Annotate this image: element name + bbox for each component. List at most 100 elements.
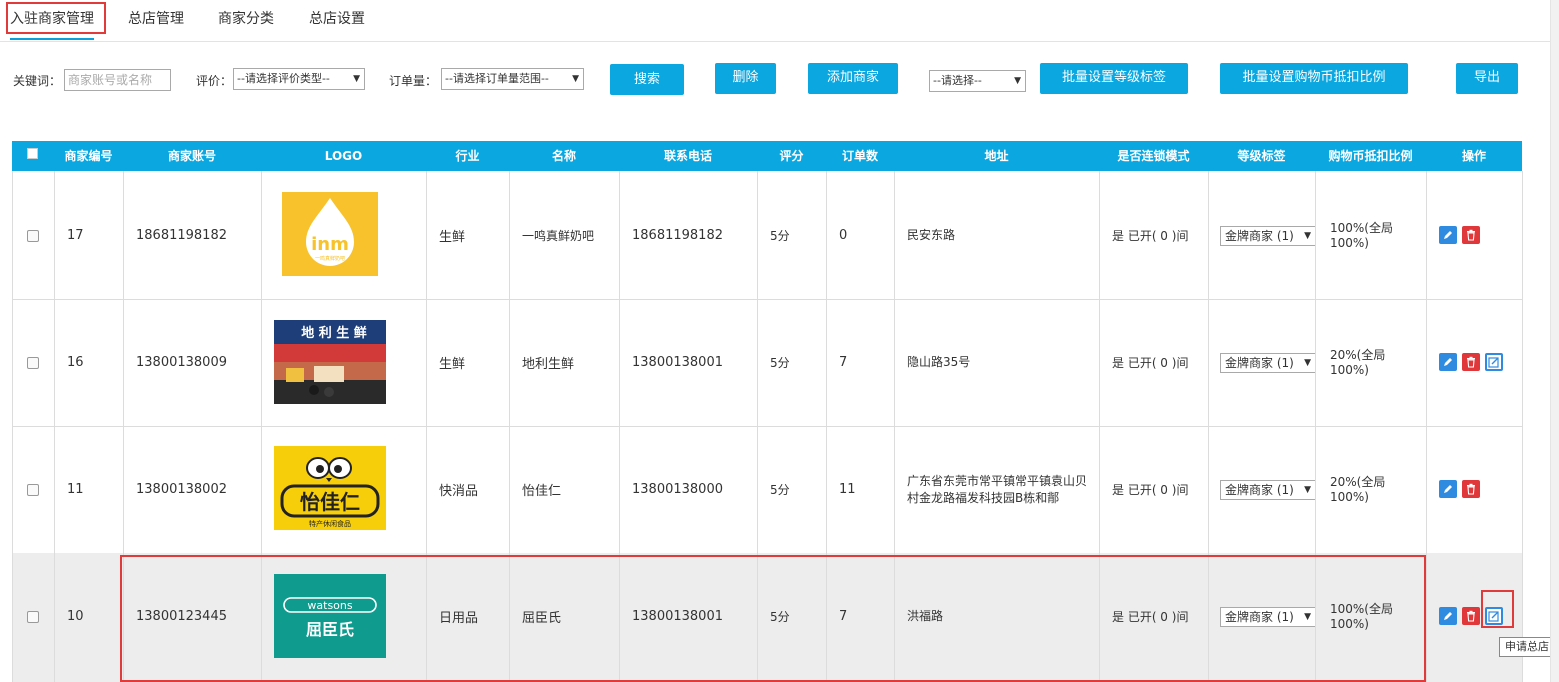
- cell-name: 地利生鲜: [522, 357, 575, 372]
- cell-score: 5分: [770, 356, 790, 370]
- cell-industry: 快消品: [439, 484, 479, 499]
- chevron-down-icon: ▼: [353, 74, 360, 84]
- address-text: 洪福路: [907, 609, 944, 623]
- delete-icon[interactable]: [1462, 353, 1480, 371]
- level-tag-select[interactable]: 金牌商家 (1) ▼: [1220, 607, 1316, 627]
- level-tag-select[interactable]: 金牌商家 (1) ▼: [1220, 226, 1316, 246]
- row-checkbox[interactable]: [27, 230, 39, 242]
- delete-icon[interactable]: [1462, 480, 1480, 498]
- cell-name: 屈臣氏: [522, 611, 562, 626]
- cell-address: 洪福路: [907, 553, 1087, 680]
- tab-headquarters-management[interactable]: 总店管理: [128, 0, 184, 38]
- column-divider: [123, 171, 124, 682]
- header-orders: 订单数: [841, 149, 878, 163]
- rating-select[interactable]: --请选择评价类型-- ▼: [233, 68, 365, 90]
- column-divider: [509, 171, 510, 682]
- cell-phone: 13800138001: [632, 355, 723, 370]
- keyword-label: 关键词：: [13, 74, 62, 88]
- cell-merchant-id: 16: [67, 355, 84, 370]
- rating-select-value: --请选择评价类型--: [237, 72, 330, 85]
- cell-name: 怡佳仁: [522, 484, 562, 499]
- header-phone: 联系电话: [663, 149, 712, 163]
- export-button[interactable]: 导出: [1456, 63, 1518, 94]
- cell-merchant-account: 13800138002: [136, 482, 227, 497]
- merchant-logo: inm 一鸣真鲜奶吧: [282, 192, 378, 276]
- edit-icon[interactable]: [1439, 226, 1457, 244]
- cell-coin-ratio: 20%(全局 100%): [1330, 299, 1400, 426]
- ratio-line: 100%(全局: [1330, 601, 1393, 616]
- select-all-checkbox[interactable]: [27, 148, 38, 159]
- header-address: 地址: [984, 149, 1009, 163]
- cell-chain-mode: 是 已开( 0 )间: [1112, 356, 1189, 370]
- level-tag-value: 金牌商家 (1): [1225, 229, 1294, 243]
- cell-merchant-account: 13800138009: [136, 355, 227, 370]
- address-text: 广东省东莞市常平镇常平镇袁山贝村金龙路福发科技园B栋和鄁: [907, 473, 1088, 505]
- column-divider: [1426, 171, 1427, 682]
- header-score: 评分: [779, 149, 804, 163]
- row-checkbox[interactable]: [27, 484, 39, 496]
- cell-merchant-id: 10: [67, 609, 84, 624]
- delete-button[interactable]: 删除: [715, 63, 776, 94]
- cell-score: 5分: [770, 229, 790, 243]
- logo-subtext: 一鸣真鲜奶吧: [315, 255, 345, 262]
- cell-address: 隐山路35号: [907, 299, 1087, 426]
- delete-icon[interactable]: [1462, 607, 1480, 625]
- header-merchant-id: 商家编号: [64, 149, 113, 163]
- merchant-logo: 怡佳仁 特产休闲食品: [274, 446, 386, 530]
- column-divider: [894, 171, 895, 682]
- cell-chain-mode: 是 已开( 0 )间: [1112, 610, 1189, 624]
- cell-address: 民安东路: [907, 172, 1087, 299]
- tab-merchant-management[interactable]: 入驻商家管理: [10, 0, 94, 40]
- cell-industry: 生鲜: [439, 230, 466, 245]
- delete-icon[interactable]: [1462, 226, 1480, 244]
- row-checkbox[interactable]: [27, 611, 39, 623]
- column-divider: [1099, 171, 1100, 682]
- apply-headquarters-icon[interactable]: [1485, 607, 1503, 625]
- column-divider: [757, 171, 758, 682]
- batch-action-select[interactable]: --请选择-- ▼: [929, 70, 1026, 92]
- column-divider: [619, 171, 620, 682]
- table-row: 17 18681198182 inm 一鸣真鲜奶吧 生鲜 一鸣真鲜奶吧 1868…: [12, 172, 1522, 300]
- level-tag-select[interactable]: 金牌商家 (1) ▼: [1220, 353, 1316, 373]
- cell-merchant-account: 18681198182: [136, 228, 227, 243]
- cell-industry: 日用品: [439, 611, 479, 626]
- batch-coin-ratio-button[interactable]: 批量设置购物币抵扣比例: [1220, 63, 1408, 94]
- logo-text: watsons: [307, 599, 352, 612]
- search-button[interactable]: 搜索: [610, 64, 684, 95]
- table-row-selected: 10 13800123445 watsons 屈臣氏 日用品 屈臣氏 13800…: [12, 553, 1522, 682]
- column-divider: [1315, 171, 1316, 682]
- row-checkbox[interactable]: [27, 357, 39, 369]
- vertical-scrollbar[interactable]: [1550, 0, 1559, 682]
- level-tag-select[interactable]: 金牌商家 (1) ▼: [1220, 480, 1316, 500]
- edit-icon[interactable]: [1439, 353, 1457, 371]
- cell-orders: 0: [839, 228, 848, 243]
- logo-subtext: 特产休闲食品: [309, 519, 351, 528]
- cell-phone: 13800138000: [632, 482, 723, 497]
- batch-level-tag-button[interactable]: 批量设置等级标签: [1040, 63, 1188, 94]
- header-actions: 操作: [1461, 149, 1486, 163]
- column-divider: [426, 171, 427, 682]
- edit-icon[interactable]: [1439, 607, 1457, 625]
- chevron-down-icon: ▼: [572, 74, 579, 84]
- apply-headquarters-icon[interactable]: [1485, 353, 1503, 371]
- tab-merchant-category[interactable]: 商家分类: [218, 0, 274, 38]
- level-tag-value: 金牌商家 (1): [1225, 356, 1294, 370]
- cell-orders: 7: [839, 355, 848, 370]
- column-divider: [54, 171, 55, 682]
- rating-label: 评价：: [196, 74, 233, 88]
- column-divider: [12, 171, 13, 682]
- header-logo: LOGO: [324, 149, 363, 163]
- chevron-down-icon: ▼: [1304, 612, 1311, 622]
- orders-select[interactable]: --请选择订单量范围-- ▼: [441, 68, 584, 90]
- ratio-line: 100%(全局: [1330, 220, 1393, 235]
- chevron-down-icon: ▼: [1304, 485, 1311, 495]
- apply-headquarters-tooltip: 申请总店: [1499, 637, 1555, 657]
- keyword-input[interactable]: [64, 69, 171, 91]
- chevron-down-icon: ▼: [1304, 231, 1311, 241]
- merchant-logo: watsons 屈臣氏: [274, 574, 386, 658]
- tab-headquarters-settings[interactable]: 总店设置: [309, 0, 365, 38]
- edit-icon[interactable]: [1439, 480, 1457, 498]
- add-merchant-button[interactable]: 添加商家: [808, 63, 898, 94]
- ratio-line: 100%): [1330, 362, 1369, 377]
- cell-score: 5分: [770, 610, 790, 624]
